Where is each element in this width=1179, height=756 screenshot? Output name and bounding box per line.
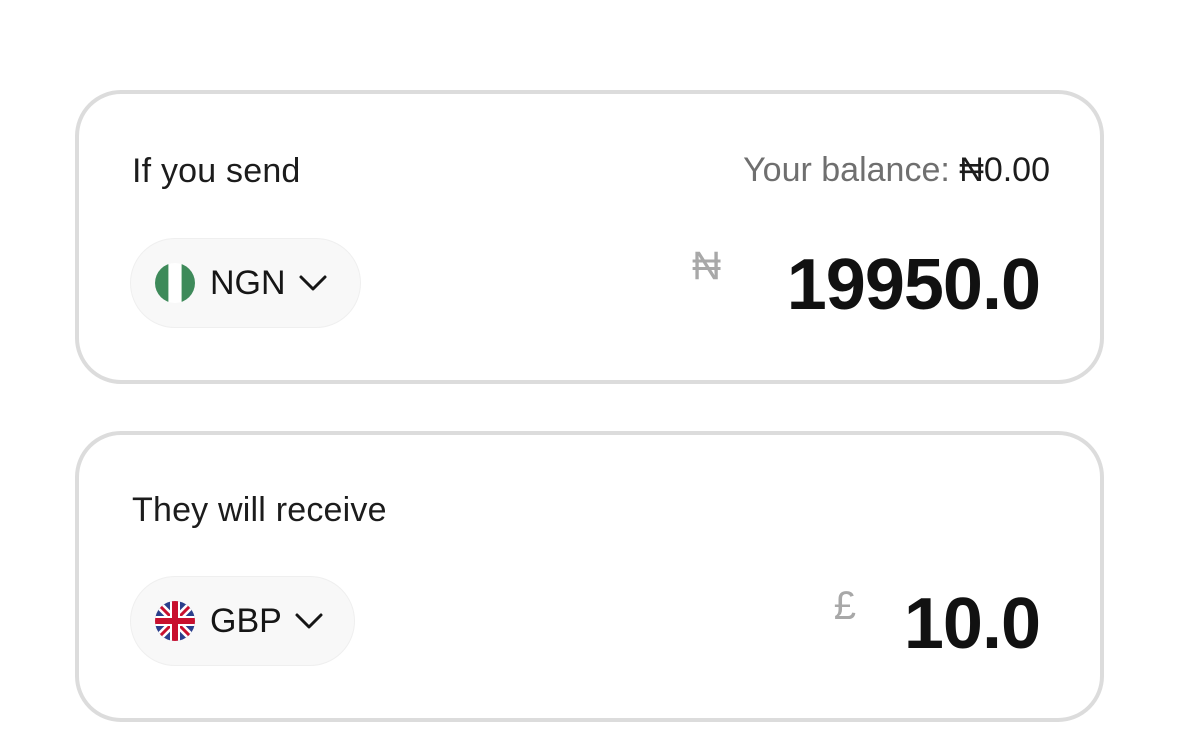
receive-currency-selector[interactable]: GBP [130, 576, 355, 666]
chevron-down-icon [298, 273, 328, 293]
send-label: If you send [132, 152, 301, 190]
balance-info: Your balance: ₦0.00 [743, 151, 1050, 190]
balance-label: Your balance: [743, 151, 950, 189]
nigeria-flag-icon [155, 263, 195, 303]
send-amount-input[interactable]: 19950.0 [787, 244, 1041, 326]
send-currency-symbol: ₦ [692, 244, 721, 288]
balance-value: ₦0.00 [959, 151, 1050, 189]
receive-amount-input[interactable]: 10.0 [904, 583, 1041, 665]
uk-flag-icon [155, 601, 195, 641]
receive-currency-code: GBP [210, 601, 282, 640]
receive-currency-symbol: £ [833, 584, 856, 628]
send-currency-code: NGN [210, 263, 286, 302]
send-currency-selector[interactable]: NGN [130, 238, 361, 328]
receive-label: They will receive [132, 491, 387, 529]
send-card: If you send Your balance: ₦0.00 NGN ₦ 19… [75, 90, 1104, 384]
receive-card: They will receive GBP £ 10.0 [75, 431, 1104, 722]
chevron-down-icon [294, 611, 324, 631]
